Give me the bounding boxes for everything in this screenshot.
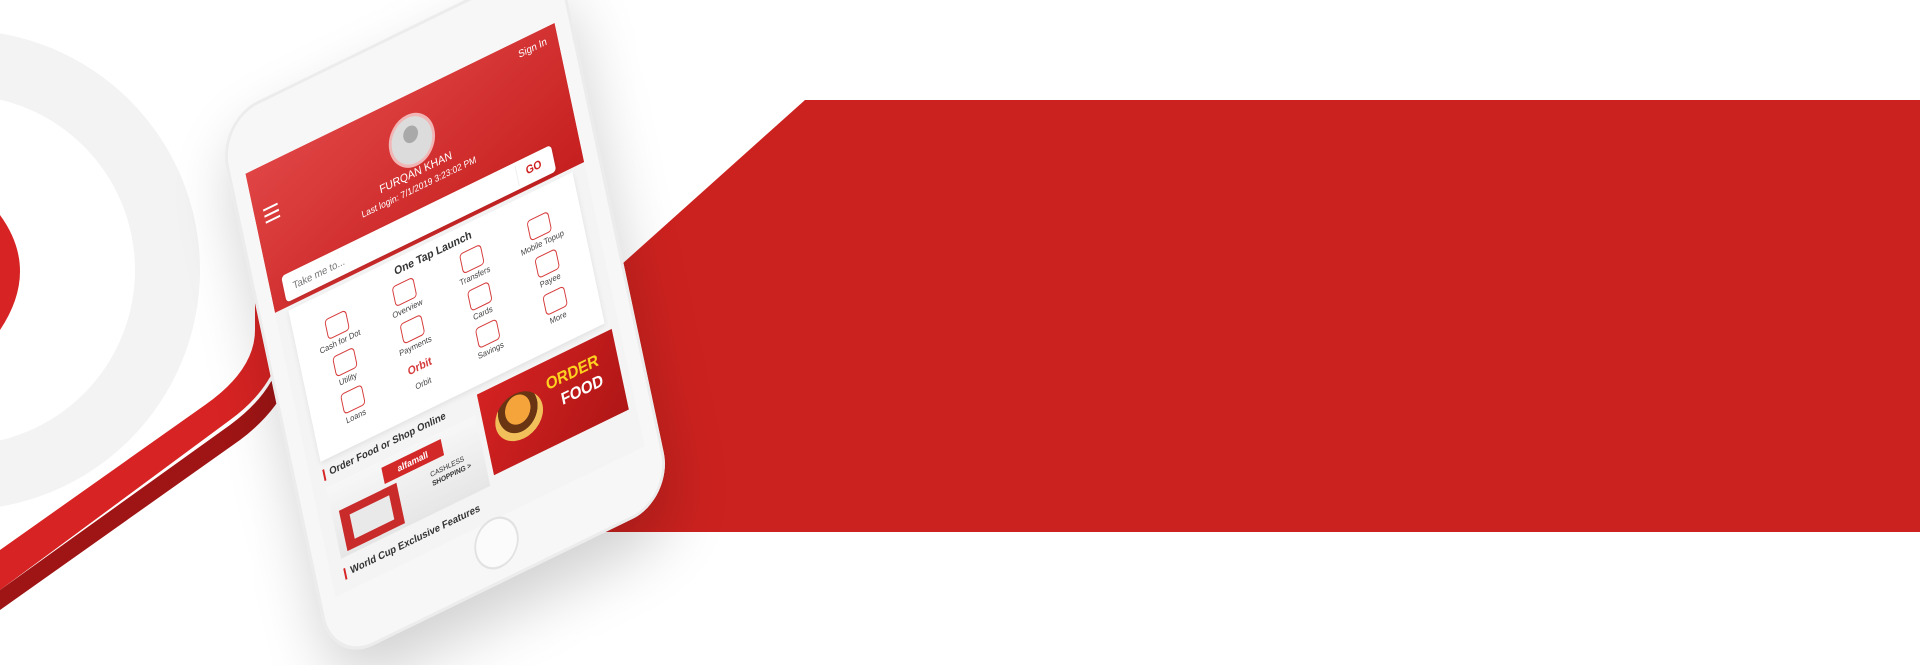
sign-in-link[interactable]: Sign In [518,36,548,61]
store-image [338,482,405,552]
menu-icon[interactable] [262,202,281,226]
app-screen: Sign In FURQAN KHAN Last login: 7/1/2019… [245,22,645,598]
burger-image [491,382,548,450]
